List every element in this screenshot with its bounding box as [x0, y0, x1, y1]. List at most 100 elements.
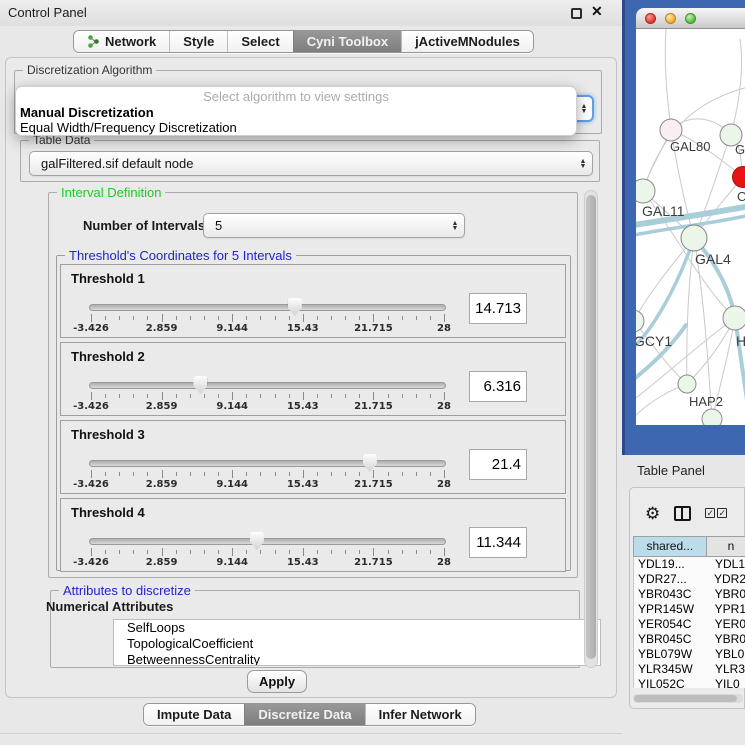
- tab-network[interactable]: Network: [74, 31, 169, 52]
- zoom-traffic-light-icon[interactable]: [685, 13, 696, 24]
- table-row[interactable]: YPR145WYPR1: [634, 602, 745, 617]
- threshold-4-panel: Threshold 4 -3.4262.8599.14415.4321.7152…: [60, 498, 566, 572]
- settings-scrollbar[interactable]: [584, 190, 598, 668]
- table-row[interactable]: YBL079WYBL0: [634, 647, 745, 662]
- node-table: shared... n YDL19...YDL1 YDR27...YDR2 YB…: [633, 536, 745, 691]
- table-row[interactable]: YDL19...YDL1: [634, 557, 745, 572]
- table-row[interactable]: YBR045CYBR0: [634, 632, 745, 647]
- node-label-gal11: GAL11: [642, 203, 685, 219]
- threshold-3-slider[interactable]: [89, 460, 446, 467]
- threshold-4-slider[interactable]: [89, 538, 446, 545]
- checkbox-icon[interactable]: ✓: [705, 508, 715, 518]
- threshold-coordinates-label: Threshold's Coordinates for 5 Intervals: [65, 248, 296, 263]
- node-gal4[interactable]: [681, 225, 707, 251]
- threshold-1-slider[interactable]: [89, 304, 446, 311]
- threshold-1-panel: Threshold 1 -3.4262.8599.14415.4321.7152…: [60, 264, 566, 338]
- minimize-traffic-light-icon[interactable]: [665, 13, 676, 24]
- number-of-intervals-combobox[interactable]: 5 ▲▼: [203, 213, 465, 238]
- attributes-group-label: Attributes to discretize: [59, 583, 195, 598]
- tab-cyni-toolbox[interactable]: Cyni Toolbox: [293, 31, 401, 52]
- list-item[interactable]: TopologicalCoefficient: [114, 636, 600, 652]
- scrollbar-thumb[interactable]: [586, 195, 596, 659]
- panel-title: Control Panel: [8, 5, 87, 20]
- tab-infer-network[interactable]: Infer Network: [365, 704, 475, 725]
- split-columns-icon[interactable]: [674, 506, 691, 521]
- node-circle[interactable]: [660, 119, 682, 141]
- table-row[interactable]: YDR27...YDR2: [634, 572, 745, 587]
- threshold-3-value-field[interactable]: 21.4: [469, 449, 527, 480]
- checkbox-icon[interactable]: ✓: [717, 508, 727, 518]
- node-label-gal80: GAL80: [670, 139, 710, 154]
- tab-discretize-data[interactable]: Discretize Data: [244, 704, 364, 725]
- threshold-1-value-field[interactable]: 14.713: [469, 293, 527, 324]
- scrollbar-thumb[interactable]: [634, 695, 737, 702]
- interval-definition-label: Interval Definition: [57, 185, 165, 200]
- table-panel-header: Table Panel: [622, 455, 745, 485]
- table-row[interactable]: YLR345WYLR3: [634, 662, 745, 677]
- node-label-gal4: GAL4: [695, 251, 731, 267]
- tab-impute-data[interactable]: Impute Data: [144, 704, 244, 725]
- node-label-gcy1: GCY1: [636, 333, 672, 349]
- top-tab-bar: Network Style Select Cyni Toolbox jActiv…: [73, 30, 534, 53]
- network-window-titlebar[interactable]: [636, 8, 745, 29]
- number-of-intervals-label: Number of Intervals: [83, 218, 205, 233]
- window-bottom-divider: [0, 733, 622, 734]
- dropdown-placeholder: Select algorithm to view settings: [16, 89, 576, 105]
- threshold-4-value-field[interactable]: 11.344: [469, 527, 527, 558]
- table-data-group: Table Data galFiltered.sif default node …: [20, 140, 600, 182]
- node-label-partial: H: [736, 333, 745, 349]
- apply-button[interactable]: Apply: [247, 670, 307, 693]
- table-panel: ⚙ ✓ ✓ shared... n YDL19...YDL1 YDR27...Y…: [629, 487, 745, 709]
- node-circle[interactable]: [702, 409, 722, 425]
- table-header-row: shared... n: [633, 536, 745, 557]
- column-header-shared-name[interactable]: shared...: [634, 537, 707, 556]
- select-columns-icons[interactable]: ✓ ✓: [705, 508, 727, 518]
- gear-icon[interactable]: ⚙: [645, 505, 660, 522]
- close-traffic-light-icon[interactable]: [645, 13, 656, 24]
- table-row[interactable]: YIL052CYIL0: [634, 677, 745, 688]
- threshold-3-panel: Threshold 3 -3.4262.8599.14415.4321.7152…: [60, 420, 566, 494]
- table-horizontal-scrollbar[interactable]: [633, 694, 743, 703]
- column-header-name[interactable]: n: [707, 537, 745, 556]
- list-item[interactable]: BetweennessCentrality: [114, 652, 600, 666]
- node-circle[interactable]: [636, 179, 655, 203]
- table-row[interactable]: YBR043CYBR0: [634, 587, 745, 602]
- table-row[interactable]: YER054CYER0: [634, 617, 745, 632]
- numerical-attributes-label: Numerical Attributes: [46, 599, 173, 614]
- chevron-up-down-icon: ▲▼: [446, 221, 464, 231]
- threshold-2-panel: Threshold 2 -3.4262.8599.14415.4321.7152…: [60, 342, 566, 416]
- table-body: YDL19...YDL1 YDR27...YDR2 YBR043CYBR0 YP…: [633, 557, 745, 688]
- dropdown-option-manual[interactable]: Manual Discretization: [16, 105, 576, 120]
- chevron-up-down-icon: ▲▼: [574, 159, 592, 169]
- tab-jactivemnodules[interactable]: jActiveMNodules: [401, 31, 533, 52]
- chevron-up-down-icon: ▲▼: [576, 104, 592, 114]
- numerical-attributes-list[interactable]: SelfLoops TopologicalCoefficient Between…: [113, 619, 601, 666]
- discretization-algorithm-label: Discretization Algorithm: [23, 63, 156, 77]
- node-circle[interactable]: [636, 310, 644, 332]
- network-canvas[interactable]: GAL80 GA GAL11 C GAL4 GCY1 H HAP2: [636, 29, 745, 425]
- tab-select[interactable]: Select: [227, 31, 292, 52]
- node-label-hap2: HAP2: [689, 394, 723, 409]
- table-data-combobox[interactable]: galFiltered.sif default node ▲▼: [29, 151, 593, 176]
- close-icon[interactable]: ✕: [591, 3, 603, 20]
- node-hap2[interactable]: [678, 375, 696, 393]
- dropdown-option-equal-width[interactable]: Equal Width/Frequency Discretization: [16, 120, 576, 135]
- node-circle[interactable]: [723, 306, 745, 330]
- table-data-value: galFiltered.sif default node: [30, 156, 574, 171]
- algorithm-dropdown-popup: Select algorithm to view settings Manual…: [15, 86, 577, 136]
- number-of-intervals-value: 5: [204, 218, 446, 233]
- control-panel-titlebar: Control Panel ✕: [0, 0, 622, 26]
- tab-style[interactable]: Style: [169, 31, 227, 52]
- network-graph: GAL80 GA GAL11 C GAL4 GCY1 H HAP2: [636, 29, 745, 425]
- float-window-icon[interactable]: [571, 8, 582, 19]
- attributes-group: Attributes to discretize Numerical Attri…: [50, 590, 580, 668]
- threshold-2-value-field[interactable]: 6.316: [469, 371, 527, 402]
- node-label-partial: GA: [735, 142, 745, 157]
- node-label-partial: C: [737, 189, 745, 204]
- network-icon: [87, 35, 100, 48]
- network-view-frame: GAL80 GA GAL11 C GAL4 GCY1 H HAP2: [622, 0, 745, 455]
- bottom-tab-bar: Impute Data Discretize Data Infer Networ…: [143, 703, 476, 726]
- list-item[interactable]: SelfLoops: [114, 620, 600, 636]
- table-toolbar: ⚙ ✓ ✓: [630, 500, 745, 526]
- threshold-2-slider[interactable]: [89, 382, 446, 389]
